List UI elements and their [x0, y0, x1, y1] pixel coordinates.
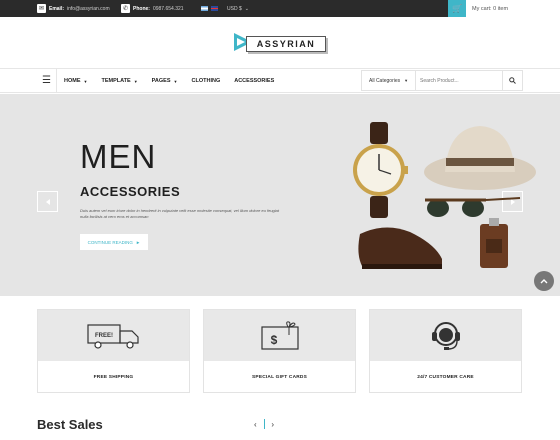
shoe-illustration	[358, 227, 442, 269]
feature-image: FREE!	[38, 310, 189, 361]
phone-icon: ✆	[121, 4, 130, 13]
cart-icon[interactable]: 🛒	[448, 0, 466, 17]
top-bar: ✉ Email: info@assyrian.com ✆ Phone: 0987…	[0, 0, 560, 17]
email-info: ✉ Email: info@assyrian.com	[37, 0, 110, 17]
truck-icon: FREE!	[86, 323, 139, 349]
search-button[interactable]	[502, 71, 522, 90]
email-label: Email:	[49, 5, 65, 12]
cart-summary[interactable]: My cart: 0 item	[466, 0, 560, 17]
cta-label: CONTINUE READING	[87, 239, 133, 245]
hero-slider: MEN ACCESSORIES Duis autem vel eum iriur…	[0, 94, 560, 296]
feature-free-shipping[interactable]: FREE! FREE SHIPPING	[37, 309, 190, 393]
nav-label: HOME	[64, 78, 81, 84]
hero-title: MEN	[80, 138, 157, 175]
hero-product-image	[353, 122, 536, 269]
carousel-pager: ‹ ›	[254, 418, 274, 430]
feature-customer-care[interactable]: 24/7 CUSTOMER CARE	[369, 309, 522, 393]
caret-down-icon: ▼	[133, 78, 138, 84]
nav-item-accessories[interactable]: ACCESSORIES	[234, 78, 274, 84]
nav-menu: HOME ▼ TEMPLATE ▼ PAGES ▼ CLOTHING ACCESSOR…	[64, 69, 288, 93]
caret-down-icon: ▼	[404, 78, 409, 83]
nav-item-pages[interactable]: PAGES ▼	[152, 78, 178, 84]
feature-label: FREE SHIPPING	[93, 374, 134, 380]
svg-text:$: $	[270, 333, 277, 347]
sunglasses-illustration	[425, 197, 521, 217]
flag-uk-icon[interactable]	[211, 6, 218, 11]
watch-illustration	[353, 122, 408, 218]
chevron-down-icon: ⌄	[244, 5, 249, 12]
caret-down-icon: ▼	[173, 78, 178, 84]
section-title: Best Sales	[37, 417, 103, 432]
chevron-right-icon[interactable]: ›	[271, 420, 274, 429]
hero-body: Duis autem vel eum iriure dolor in hendr…	[80, 208, 279, 219]
chevron-up-icon	[540, 279, 548, 284]
arrow-right-icon: ►	[135, 239, 141, 245]
continue-reading-button[interactable]: CONTINUE READING ►	[80, 234, 148, 250]
category-select[interactable]: All Categories ▼	[362, 71, 416, 90]
site-logo[interactable]: ASSYRIAN	[232, 31, 328, 55]
feature-gift-cards[interactable]: $ SPECIAL GIFT CARDS	[203, 309, 356, 393]
hamburger-icon[interactable]: ☰	[42, 75, 51, 86]
slider-prev-button[interactable]	[37, 191, 58, 212]
scroll-to-top-button[interactable]	[534, 271, 554, 291]
hero-subtitle: ACCESSORIES	[80, 184, 181, 199]
phone-info: ✆ Phone: 0987.654.321	[121, 0, 184, 17]
flask-illustration	[480, 218, 508, 268]
pager-divider	[263, 419, 265, 429]
headset-icon	[431, 321, 460, 350]
nav-item-clothing[interactable]: CLOTHING	[192, 78, 221, 84]
nav-label: PAGES	[151, 78, 171, 84]
currency-switcher[interactable]: USD $ ⌄	[227, 0, 249, 17]
nav-divider	[56, 69, 57, 93]
search-icon	[509, 77, 516, 84]
feature-image: $	[204, 310, 355, 361]
envelope-icon: ✉	[37, 4, 46, 13]
category-select-value: All Categories	[369, 77, 401, 84]
nav-label: TEMPLATE	[101, 78, 131, 84]
nav-label: ACCESSORIES	[234, 78, 275, 84]
chevron-left-icon[interactable]: ‹	[254, 420, 257, 429]
language-switcher[interactable]	[201, 0, 218, 17]
search-input[interactable]	[416, 71, 502, 90]
svg-text:FREE!: FREE!	[95, 333, 113, 339]
gift-card-icon: $	[260, 320, 299, 350]
feature-image	[370, 310, 521, 361]
logo-text: ASSYRIAN	[246, 36, 326, 52]
feature-label: 24/7 CUSTOMER CARE	[417, 374, 474, 380]
caret-down-icon: ▼	[83, 78, 88, 84]
nav-item-home[interactable]: HOME ▼	[64, 78, 87, 84]
feature-label: SPECIAL GIFT CARDS	[252, 374, 307, 380]
flag-vn-icon[interactable]	[201, 6, 208, 11]
nav-label: CLOTHING	[191, 78, 221, 84]
currency-value[interactable]: USD $	[227, 6, 242, 12]
nav-item-template[interactable]: TEMPLATE ▼	[101, 78, 137, 84]
chevron-left-icon	[45, 198, 50, 205]
email-value[interactable]: info@assyrian.com	[67, 6, 110, 12]
hat-illustration	[424, 126, 536, 190]
search-bar: All Categories ▼	[361, 70, 523, 91]
phone-label: Phone:	[133, 5, 150, 12]
phone-value: 0987.654.321	[152, 5, 184, 12]
